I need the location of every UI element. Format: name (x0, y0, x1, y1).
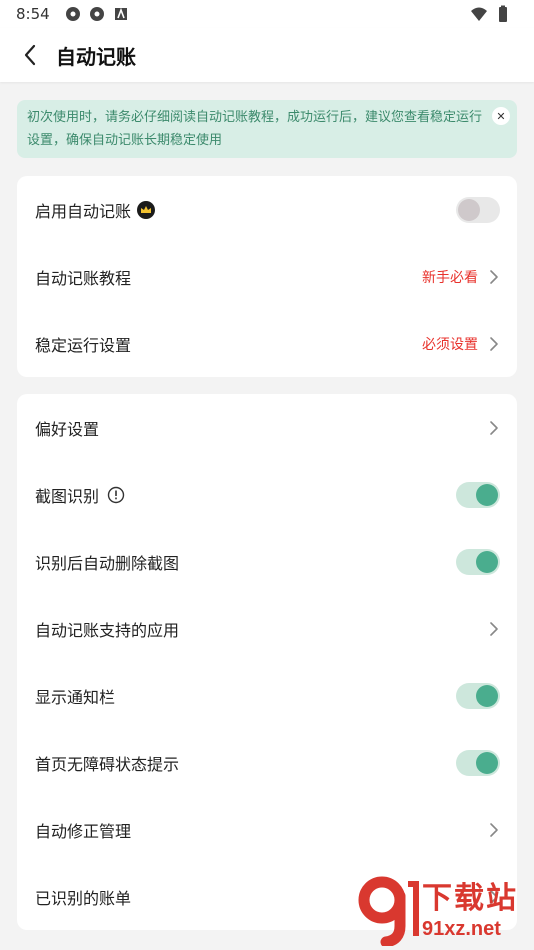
accessibility-status-hint-toggle[interactable] (456, 749, 500, 776)
row-label: 偏好设置 (35, 419, 100, 439)
stable-run-settings-row[interactable]: 稳定运行设置 必须设置 (17, 310, 517, 377)
chevron-right-icon (490, 621, 498, 636)
chevron-right-icon (490, 420, 498, 435)
accessibility-status-hint-row[interactable]: 首页无障碍状态提示 (17, 729, 517, 796)
auto-accounting-tutorial-row[interactable]: 自动记账教程 新手必看 (17, 243, 517, 310)
watermark-bottom-text: 91xz.net (422, 918, 501, 940)
auto-correction-management-row[interactable]: 自动修正管理 (17, 796, 517, 863)
vip-crown-icon (137, 200, 156, 219)
row-label: 首页无障碍状态提示 (35, 754, 180, 774)
notice-banner: 初次使用时，请务必仔细阅读自动记账教程，成功运行后，建议您查看稳定运行设置，确保… (17, 100, 517, 158)
supported-apps-row[interactable]: 自动记账支持的应用 (17, 595, 517, 662)
row-label: 显示通知栏 (35, 687, 116, 707)
screenshot-recognition-row[interactable]: 截图识别 (17, 461, 517, 528)
row-label: 识别后自动删除截图 (35, 553, 180, 573)
chevron-right-icon (490, 336, 498, 351)
row-label: 自动记账支持的应用 (35, 620, 180, 640)
enable-auto-accounting-row[interactable]: 启用自动记账 (17, 176, 517, 243)
notice-text: 初次使用时，请务必仔细阅读自动记账教程，成功运行后，建议您查看稳定运行设置，确保… (27, 110, 483, 148)
row-label: 稳定运行设置 (35, 335, 132, 355)
battery-icon (499, 5, 507, 22)
preference-settings-row[interactable]: 偏好设置 (17, 394, 517, 461)
page-title: 自动记账 (56, 44, 136, 69)
auto-delete-screenshot-row[interactable]: 识别后自动删除截图 (17, 528, 517, 595)
row-label: 启用自动记账 (35, 201, 132, 221)
status-bar: 8:54 (0, 0, 534, 28)
back-arrow-icon (24, 44, 36, 66)
info-icon[interactable] (107, 486, 125, 504)
status-time: 8:54 (16, 5, 50, 23)
screenshot-recognition-toggle[interactable] (456, 481, 500, 508)
chevron-right-icon (490, 269, 498, 284)
row-hint: 新手必看 (422, 269, 478, 286)
show-notification-bar-row[interactable]: 显示通知栏 (17, 662, 517, 729)
wifi-icon (471, 7, 487, 21)
row-label: 自动修正管理 (35, 821, 132, 841)
settings-card: 偏好设置 截图识别 识别后自动删除截图 自动记账支持的应用 显示通知栏 首页无障… (17, 394, 517, 930)
row-label: 截图识别 (35, 486, 100, 506)
enable-auto-accounting-toggle[interactable] (456, 196, 500, 223)
show-notification-bar-toggle[interactable] (456, 682, 500, 709)
chevron-right-icon (490, 822, 498, 837)
close-notice-button[interactable]: ✕ (492, 107, 510, 125)
row-hint: 必须设置 (422, 336, 478, 353)
site-logo-icon (358, 876, 419, 946)
app-notification-icon (89, 7, 104, 21)
back-button[interactable] (16, 41, 44, 69)
text-notification-icon (114, 7, 127, 20)
row-label: 自动记账教程 (35, 268, 132, 288)
auto-delete-screenshot-toggle[interactable] (456, 548, 500, 575)
app-notification-icon (65, 7, 80, 21)
watermark-top-text: 下载站 (422, 881, 518, 916)
site-watermark: 下载站 91xz.net (358, 872, 530, 950)
close-icon: ✕ (496, 109, 506, 123)
auto-accounting-card: 启用自动记账 自动记账教程 新手必看 稳定运行设置 必须设置 (17, 176, 517, 377)
app-bar: 自动记账 (0, 28, 534, 82)
